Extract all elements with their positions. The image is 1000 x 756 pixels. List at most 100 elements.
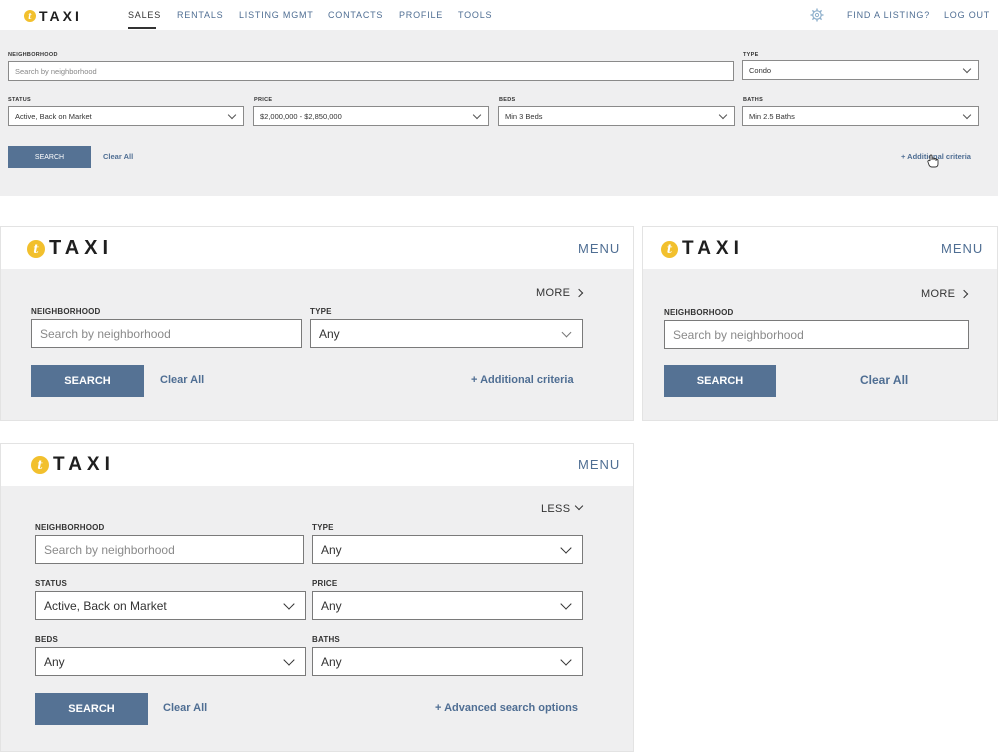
- more-toggle[interactable]: MORE: [536, 287, 584, 299]
- menu-button[interactable]: MENU: [578, 241, 620, 256]
- status-value: Active, Back on Market: [15, 111, 92, 121]
- logo-circle-icon: t: [24, 10, 36, 22]
- additional-criteria-link[interactable]: + Additional criteria: [471, 374, 574, 386]
- type-select[interactable]: Any: [312, 535, 583, 564]
- baths-label: BATHS: [743, 97, 764, 103]
- logo-circle-icon: t: [661, 240, 678, 258]
- nav-rentals[interactable]: RENTALS: [177, 10, 223, 20]
- nav-listing-mgmt[interactable]: LISTING MGMT: [239, 10, 314, 20]
- status-value: Active, Back on Market: [44, 598, 167, 613]
- search-button[interactable]: SEARCH: [35, 693, 148, 725]
- neighborhood-label: NEIGHBORHOOD: [8, 52, 58, 58]
- chevron-right-icon: [959, 289, 969, 299]
- chevron-down-icon: [575, 501, 584, 511]
- price-label: PRICE: [312, 579, 338, 588]
- advanced-search-options-link[interactable]: + Advanced search options: [435, 702, 578, 714]
- search-button[interactable]: SEARCH: [664, 365, 776, 397]
- chevron-down-icon: [718, 110, 728, 120]
- expanded-search-panel: t TAXI MENU LESS NEIGHBORHOOD Search by …: [0, 443, 634, 752]
- type-label: TYPE: [743, 52, 759, 58]
- chevron-down-icon: [283, 598, 295, 610]
- type-value: Condo: [749, 65, 772, 75]
- beds-select[interactable]: Min 3 Beds: [498, 106, 735, 126]
- neighborhood-search-input[interactable]: Search by neighborhood: [31, 319, 302, 348]
- neighborhood-search-input[interactable]: Search by neighborhood: [664, 320, 969, 349]
- chevron-down-icon: [560, 654, 572, 666]
- taxi-logo[interactable]: t TAXI: [24, 8, 82, 24]
- desktop-filters: NEIGHBORHOOD Search by neighborhood TYPE…: [0, 30, 998, 196]
- tablet-header: t TAXI MENU: [1, 227, 633, 269]
- chevron-down-icon: [227, 110, 237, 120]
- top-nav-bar: t TAXI SALES RENTALS LISTING MGMT CONTAC…: [0, 0, 998, 30]
- menu-button[interactable]: MENU: [941, 241, 983, 256]
- status-label: STATUS: [35, 579, 68, 588]
- beds-label: BEDS: [499, 97, 516, 103]
- chevron-right-icon: [574, 288, 584, 298]
- beds-value: Min 3 Beds: [505, 111, 543, 121]
- nav-contacts[interactable]: CONTACTS: [328, 10, 383, 20]
- price-value: Any: [321, 598, 342, 613]
- nav-tools[interactable]: TOOLS: [458, 10, 492, 20]
- neighborhood-label: NEIGHBORHOOD: [35, 523, 105, 532]
- taxi-logo[interactable]: t TAXI: [27, 237, 113, 260]
- expanded-filters: LESS NEIGHBORHOOD Search by neighborhood…: [1, 486, 633, 751]
- clear-all-link[interactable]: Clear All: [160, 374, 204, 386]
- logo-text: TAXI: [53, 454, 115, 475]
- beds-select[interactable]: Any: [35, 647, 306, 676]
- clear-all-link[interactable]: Clear All: [103, 152, 133, 161]
- type-label: TYPE: [310, 307, 332, 316]
- less-toggle[interactable]: LESS: [541, 501, 584, 515]
- menu-button[interactable]: MENU: [578, 457, 620, 472]
- price-select[interactable]: $2,000,000 - $2,850,000: [253, 106, 489, 126]
- gear-icon[interactable]: [810, 8, 824, 22]
- baths-value: Any: [321, 654, 342, 669]
- chevron-down-icon: [962, 64, 972, 74]
- neighborhood-search-input[interactable]: Search by neighborhood: [35, 535, 304, 564]
- neighborhood-search-input[interactable]: Search by neighborhood: [8, 61, 734, 81]
- neighborhood-label: NEIGHBORHOOD: [31, 307, 101, 316]
- clear-all-link[interactable]: Clear All: [163, 702, 207, 714]
- status-select[interactable]: Active, Back on Market: [8, 106, 244, 126]
- type-value: Any: [319, 326, 340, 341]
- tablet-filters: MORE NEIGHBORHOOD Search by neighborhood…: [1, 269, 633, 420]
- less-label: LESS: [541, 503, 571, 515]
- clear-all-link[interactable]: Clear All: [860, 373, 908, 387]
- baths-select[interactable]: Any: [312, 647, 583, 676]
- nav-profile[interactable]: PROFILE: [399, 10, 443, 20]
- type-value: Any: [321, 542, 342, 557]
- more-toggle[interactable]: MORE: [921, 288, 969, 300]
- expanded-header: t TAXI MENU: [1, 444, 633, 486]
- chevron-down-icon: [560, 598, 572, 610]
- status-select[interactable]: Active, Back on Market: [35, 591, 306, 620]
- desktop-search-panel: t TAXI SALES RENTALS LISTING MGMT CONTAC…: [0, 0, 998, 196]
- type-select[interactable]: Any: [310, 319, 583, 348]
- tablet-search-panel: t TAXI MENU MORE NEIGHBORHOOD Search by …: [0, 226, 634, 421]
- mobile-header: t TAXI MENU: [643, 227, 997, 269]
- search-button[interactable]: SEARCH: [8, 146, 91, 168]
- logo-text: TAXI: [49, 237, 114, 259]
- price-value: $2,000,000 - $2,850,000: [260, 111, 342, 121]
- taxi-logo[interactable]: t TAXI: [661, 238, 744, 260]
- chevron-down-icon: [283, 654, 295, 666]
- price-select[interactable]: Any: [312, 591, 583, 620]
- nav-sales[interactable]: SALES: [128, 10, 161, 20]
- find-listing-link[interactable]: FIND A LISTING?: [847, 10, 930, 20]
- search-button[interactable]: SEARCH: [31, 365, 144, 397]
- chevron-down-icon: [561, 327, 572, 338]
- price-label: PRICE: [254, 97, 273, 103]
- mobile-search-panel: t TAXI MENU MORE NEIGHBORHOOD Search by …: [642, 226, 998, 421]
- baths-select[interactable]: Min 2.5 Baths: [742, 106, 979, 126]
- nav-active-indicator: [128, 27, 156, 29]
- type-select[interactable]: Condo: [742, 60, 979, 80]
- taxi-logo[interactable]: t TAXI: [31, 454, 115, 476]
- hand-cursor-icon: [927, 154, 939, 168]
- baths-label: BATHS: [312, 635, 340, 644]
- logo-circle-icon: t: [27, 239, 45, 258]
- neighborhood-label: NEIGHBORHOOD: [664, 308, 734, 317]
- logo-text: TAXI: [682, 238, 744, 259]
- beds-label: BEDS: [35, 635, 59, 644]
- log-out-link[interactable]: LOG OUT: [944, 10, 990, 20]
- more-label: MORE: [921, 288, 956, 300]
- chevron-down-icon: [472, 110, 482, 120]
- chevron-down-icon: [560, 542, 572, 554]
